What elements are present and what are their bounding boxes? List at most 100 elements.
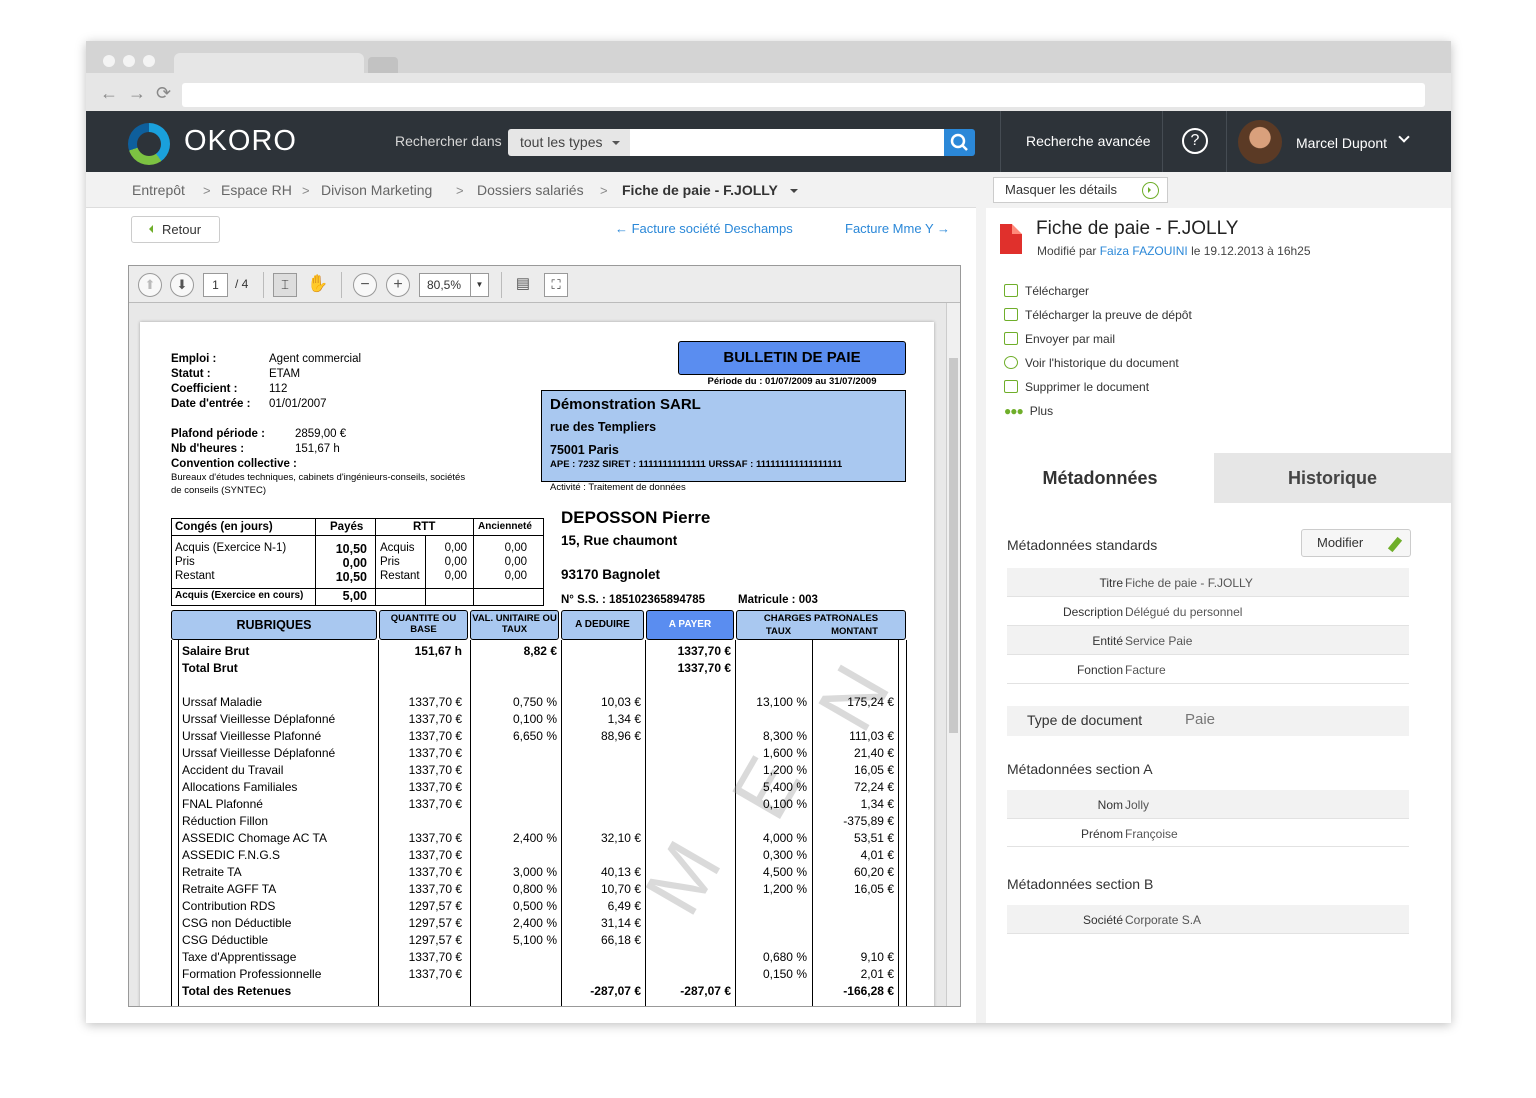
row-label: Urssaf Vieillesse Plafonné (182, 729, 322, 743)
viewer-toolbar: ⬆ ⬇ 1 / 4 ⌶ ✋ − + 80,5% ▼ ▤ ⛶ (129, 266, 960, 303)
more-icon: ●●● (1004, 404, 1024, 418)
hand-tool-icon[interactable]: ✋ (306, 273, 330, 297)
row-value: 21,40 € (853, 746, 894, 760)
scrollbar-thumb[interactable] (949, 358, 958, 733)
section-title: Métadonnées standards (1007, 537, 1158, 553)
row-value: 66,18 € (600, 933, 641, 947)
row-value: 1337,70 € (408, 882, 462, 896)
row-value: 0,800 % (512, 882, 557, 896)
metadata-row: Entité Service Paie (1007, 626, 1409, 655)
modify-button[interactable]: Modifier (1301, 529, 1411, 557)
prev-page-icon[interactable]: ⬆ (138, 273, 162, 297)
watermark: M (627, 826, 739, 929)
breadcrumb-current[interactable]: Fiche de paie - F.JOLLY (622, 182, 778, 198)
tab-history[interactable]: Historique (1214, 453, 1451, 503)
metadata-row: Titre Fiche de paie - F.JOLLY (1007, 568, 1409, 597)
row-value: 16,05 € (853, 882, 894, 896)
row-label: Urssaf Vieillesse Déplafonné (182, 712, 336, 726)
search-input[interactable] (630, 129, 944, 156)
action-download[interactable]: Télécharger (1004, 284, 1089, 298)
history-icon (1004, 356, 1018, 369)
row-value: 1337,70 € (408, 763, 462, 777)
caret-down-icon (612, 141, 620, 149)
okoro-logo-icon (128, 123, 170, 165)
fit-page-icon[interactable]: ⛶ (544, 273, 568, 297)
row-value: 1337,70 € (408, 797, 462, 811)
caret-down-icon[interactable] (790, 189, 798, 197)
row-value: 1337,70 € (408, 712, 462, 726)
row-value: 1,34 € (607, 712, 641, 726)
col-header: MONTANT (831, 626, 878, 637)
forward-arrow-icon[interactable]: → (128, 83, 146, 104)
action-send-mail[interactable]: Envoyer par mail (1004, 332, 1115, 346)
mail-icon (1004, 332, 1018, 345)
row-label: ASSEDIC Chomage AC TA (182, 831, 327, 845)
action-more[interactable]: ●●● Plus (1004, 404, 1053, 418)
row-label: CSG Déductible (182, 933, 269, 947)
modified-info: Modifié par Faiza FAZOUINI le 19.12.2013… (1037, 244, 1311, 258)
row-value: 5,400 % (762, 780, 807, 794)
print-icon[interactable]: ▤ (511, 273, 535, 297)
zoom-in-icon[interactable]: + (386, 273, 410, 297)
help-icon[interactable]: ? (1182, 128, 1208, 154)
zoom-out-icon[interactable]: − (353, 273, 377, 297)
select-tool-icon[interactable]: ⌶ (273, 273, 297, 297)
metadata-row: Fonction Facture (1007, 655, 1409, 684)
search-button[interactable] (944, 129, 975, 156)
prev-document-link[interactable]: ← Facture société Deschamps (615, 221, 793, 236)
row-value: 1337,70 € (408, 695, 462, 709)
user-name[interactable]: Marcel Dupont (1296, 135, 1387, 151)
breadcrumb-item[interactable]: Dossiers salariés (477, 182, 584, 198)
next-document-link[interactable]: Facture Mme Y → (845, 221, 950, 236)
action-history[interactable]: Voir l'historique du document (1004, 356, 1179, 370)
avatar[interactable] (1238, 120, 1282, 164)
row-label: Total des Retenues (182, 984, 292, 998)
reload-icon[interactable]: ⟳ (156, 83, 171, 104)
row-value: 1337,70 € (408, 780, 462, 794)
details-panel: Masquer les détails Fiche de paie - F.JO… (986, 172, 1451, 1023)
page-count: / 4 (235, 277, 249, 291)
row-value: 1,34 € (860, 797, 894, 811)
metadata-row: Nom Jolly (1007, 790, 1409, 819)
trash-icon (1004, 380, 1018, 393)
next-page-icon[interactable]: ⬇ (170, 273, 194, 297)
zoom-select[interactable]: 80,5% ▼ (419, 273, 489, 297)
advanced-search-link[interactable]: Recherche avancée (1026, 133, 1151, 149)
tab-metadata[interactable]: Métadonnées (986, 453, 1214, 503)
search-icon (950, 133, 968, 151)
viewer-scrollbar[interactable] (946, 303, 960, 1006)
row-value: 1,200 % (762, 763, 807, 777)
address-bar[interactable] (182, 83, 1425, 107)
action-download-proof[interactable]: Télécharger la preuve de dépôt (1004, 308, 1192, 322)
action-delete[interactable]: Supprimer le document (1004, 380, 1149, 394)
hide-details-button[interactable]: Masquer les détails (993, 177, 1168, 203)
row-label: Urssaf Maladie (182, 695, 263, 709)
page-number-input[interactable]: 1 (203, 273, 228, 297)
row-value: -287,07 € (590, 984, 641, 998)
row-value: 1337,70 € (408, 967, 462, 981)
back-button[interactable]: Retour (131, 216, 220, 243)
window-dot[interactable] (103, 55, 115, 67)
row-value: 3,000 % (512, 865, 557, 879)
back-arrow-icon[interactable]: ← (100, 83, 118, 104)
col-header: VAL. UNITAIRE OU TAUX (472, 613, 557, 635)
row-value: 2,01 € (860, 967, 894, 981)
row-label: FNAL Plafonné (182, 797, 263, 811)
window-dot[interactable] (123, 55, 135, 67)
row-value: 40,13 € (600, 865, 641, 879)
row-value: 8,300 % (762, 729, 807, 743)
row-value: 31,14 € (600, 916, 641, 930)
search-scope-select[interactable]: tout les types (508, 129, 630, 156)
row-label: Total Brut (182, 661, 238, 675)
chevron-down-icon[interactable] (1398, 131, 1410, 143)
breadcrumb-item[interactable]: Divison Marketing (321, 182, 432, 198)
breadcrumb-item[interactable]: Espace RH (221, 182, 292, 198)
row-value: 88,96 € (600, 729, 641, 743)
row-value: 4,01 € (860, 848, 894, 862)
caret-down-icon: ▼ (470, 274, 488, 296)
row-value: 6,49 € (607, 899, 641, 913)
window-dot[interactable] (143, 55, 155, 67)
breadcrumb-item[interactable]: Entrepôt (132, 182, 185, 198)
modified-user-link[interactable]: Faiza FAZOUINI (1100, 244, 1188, 258)
row-value: 72,24 € (853, 780, 894, 794)
